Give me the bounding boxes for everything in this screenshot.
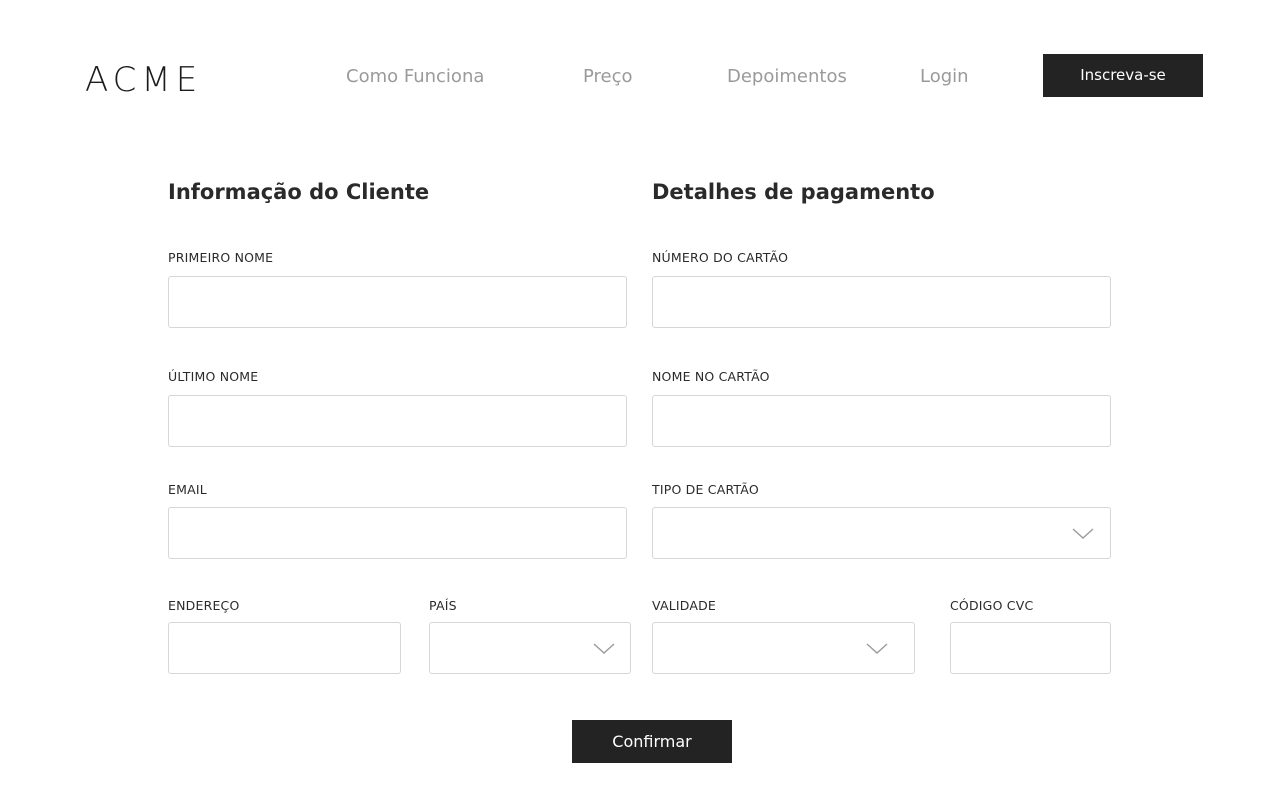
address-input[interactable]	[168, 622, 401, 674]
last-name-label: ÚLTIMO NOME	[168, 369, 259, 384]
expiry-label: VALIDADE	[652, 598, 717, 613]
card-name-input[interactable]	[652, 395, 1111, 447]
cvc-input[interactable]	[950, 622, 1111, 674]
card-type-select[interactable]	[652, 507, 1111, 559]
address-label: ENDEREÇO	[168, 598, 240, 613]
first-name-input[interactable]	[168, 276, 627, 328]
chevron-down-icon	[866, 643, 888, 654]
chevron-down-icon	[593, 643, 615, 654]
confirm-button[interactable]: Confirmar	[572, 720, 732, 763]
card-number-input[interactable]	[652, 276, 1111, 328]
country-label: PAÍS	[429, 598, 457, 613]
nav-link-login[interactable]: Login	[920, 65, 969, 89]
signup-button[interactable]: Inscreva-se	[1043, 54, 1203, 97]
card-number-label: NÚMERO DO CARTÃO	[652, 250, 789, 265]
card-type-label: TIPO DE CARTÃO	[652, 482, 759, 497]
cvc-label: CÓDIGO CVC	[950, 598, 1034, 613]
country-select[interactable]	[429, 622, 631, 674]
expiry-select[interactable]	[652, 622, 915, 674]
customer-section-title: Informação do Cliente	[168, 180, 430, 204]
email-label: EMAIL	[168, 482, 207, 497]
nav-link-como-funciona[interactable]: Como Funciona	[346, 65, 484, 89]
payment-section-title: Detalhes de pagamento	[652, 180, 935, 204]
logo[interactable]: ACME	[85, 60, 202, 100]
card-name-label: NOME NO CARTÃO	[652, 369, 770, 384]
nav-link-depoimentos[interactable]: Depoimentos	[727, 65, 847, 89]
email-input[interactable]	[168, 507, 627, 559]
nav-link-preco[interactable]: Preço	[583, 65, 633, 89]
last-name-input[interactable]	[168, 395, 627, 447]
first-name-label: PRIMEIRO NOME	[168, 250, 274, 265]
chevron-down-icon	[1072, 528, 1094, 539]
